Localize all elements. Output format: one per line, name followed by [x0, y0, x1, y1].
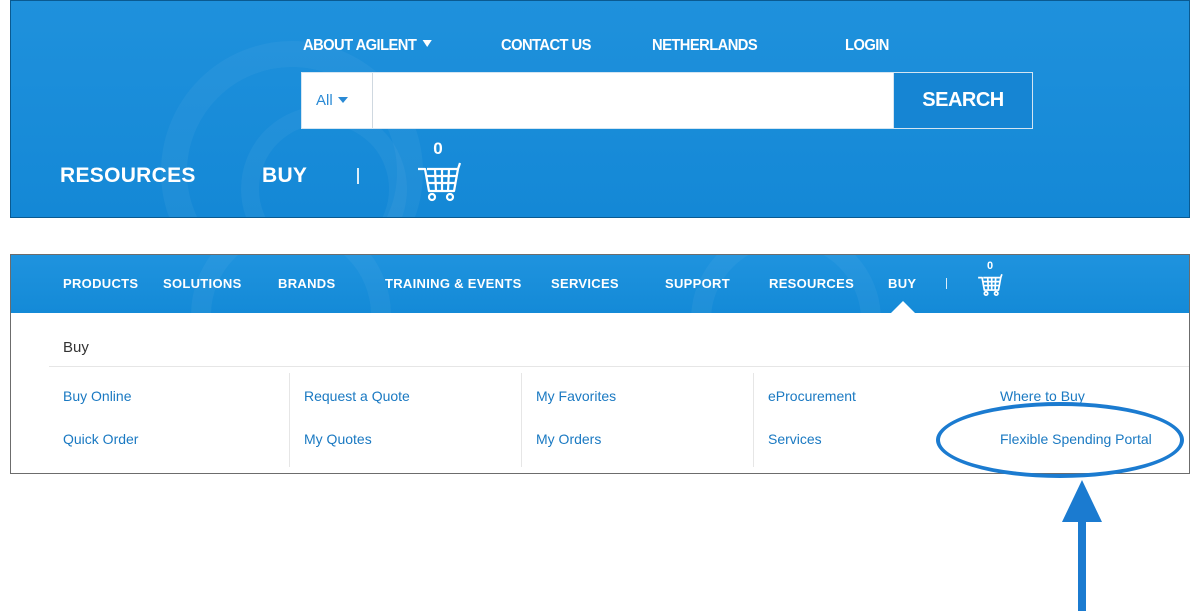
cart-count: 0	[986, 260, 994, 272]
menu-link-eprocurement[interactable]: eProcurement	[768, 388, 856, 404]
nav-brands[interactable]: BRANDS	[278, 276, 335, 291]
about-agilent-label: ABOUT AGILENT	[303, 37, 417, 54]
buy-link[interactable]: BUY	[262, 164, 307, 188]
nav-products[interactable]: PRODUCTS	[63, 276, 138, 291]
column-divider	[521, 373, 522, 467]
menu-link-my-orders[interactable]: My Orders	[536, 431, 601, 447]
nav-divider	[946, 278, 947, 289]
nav-divider	[357, 168, 359, 184]
country-selector[interactable]: NETHERLANDS	[652, 37, 758, 55]
column-divider	[289, 373, 290, 467]
nav-buy[interactable]: BUY	[888, 276, 916, 291]
contact-us-link[interactable]: CONTACT US	[501, 37, 591, 55]
menu-link-quick-order[interactable]: Quick Order	[63, 431, 138, 447]
menu-heading: Buy	[63, 339, 89, 356]
site-header-expanded: ABOUT AGILENT CONTACT US NETHERLANDS LOG…	[10, 0, 1190, 218]
active-item-indicator	[891, 301, 915, 313]
nav-training-events[interactable]: TRAINING & EVENTS	[385, 276, 522, 291]
menu-link-request-quote[interactable]: Request a Quote	[304, 388, 410, 404]
caret-down-icon	[337, 97, 348, 103]
highlight-ellipse	[936, 402, 1184, 478]
search-bar: All SEARCH	[301, 72, 1033, 129]
search-scope-value: All	[316, 92, 333, 109]
up-arrow-icon	[1062, 480, 1102, 611]
nav-support[interactable]: SUPPORT	[665, 276, 730, 291]
menu-link-my-favorites[interactable]: My Favorites	[536, 388, 616, 404]
menu-link-buy-online[interactable]: Buy Online	[63, 388, 131, 404]
search-button[interactable]: SEARCH	[893, 72, 1033, 129]
nav-resources[interactable]: RESOURCES	[769, 276, 854, 291]
menu-link-services[interactable]: Services	[768, 431, 822, 447]
nav-services[interactable]: SERVICES	[551, 276, 619, 291]
shopping-cart-icon[interactable]	[416, 161, 462, 203]
search-scope-select[interactable]: All	[302, 73, 373, 128]
search-input[interactable]	[374, 73, 894, 128]
cart-count: 0	[433, 139, 443, 158]
shopping-cart-icon[interactable]	[977, 273, 1003, 297]
caret-down-icon	[422, 40, 432, 47]
menu-link-my-quotes[interactable]: My Quotes	[304, 431, 372, 447]
nav-solutions[interactable]: SOLUTIONS	[163, 276, 242, 291]
about-agilent-menu[interactable]: ABOUT AGILENT	[303, 37, 432, 55]
main-navigation-bar: PRODUCTS SOLUTIONS BRANDS TRAINING & EVE…	[11, 255, 1189, 313]
resources-link[interactable]: RESOURCES	[60, 164, 196, 188]
login-link[interactable]: LOGIN	[845, 37, 889, 55]
menu-divider	[49, 366, 1189, 367]
column-divider	[753, 373, 754, 467]
